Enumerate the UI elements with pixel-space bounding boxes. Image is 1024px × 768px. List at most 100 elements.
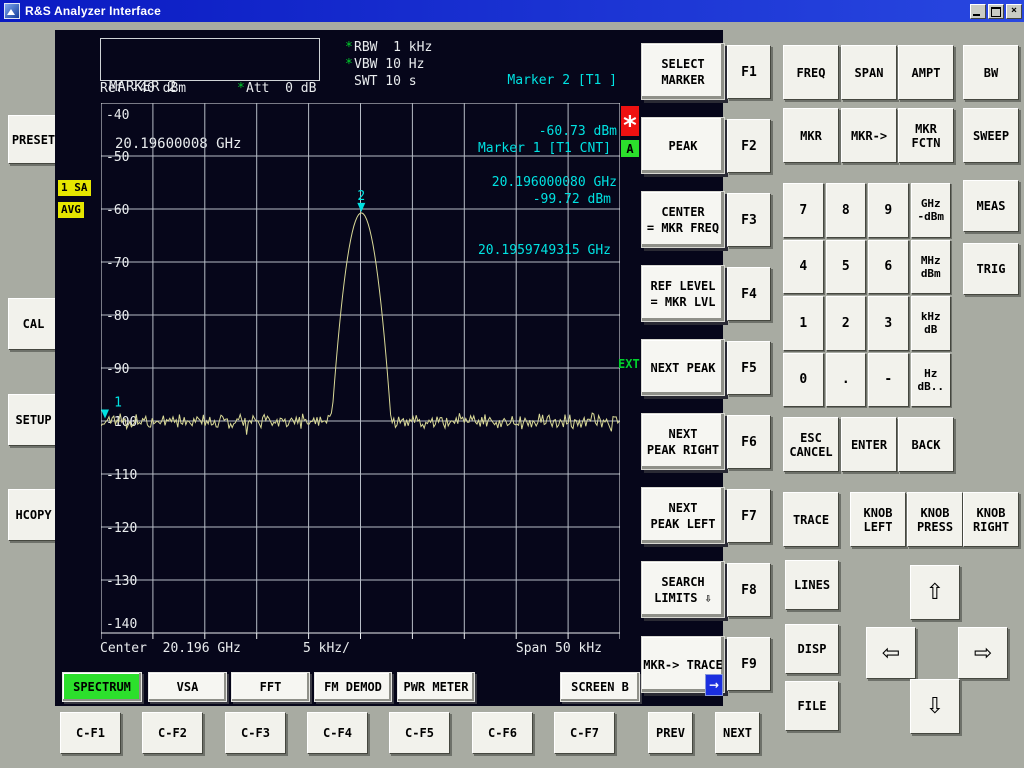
app-icon [4, 3, 20, 19]
next-button[interactable]: NEXT [715, 712, 760, 754]
numpad-mhz-dbm[interactable]: MHz dBm [911, 240, 952, 295]
tab-spectrum[interactable]: SPECTRUM [62, 672, 142, 702]
enter-button[interactable]: ENTER [841, 417, 897, 472]
rbw-value: RBW 1 kHz [354, 40, 432, 55]
file-button[interactable]: FILE [785, 681, 839, 731]
softkey-ref-level-mkr-lvl[interactable]: REF LEVEL = MKR LVL [641, 265, 725, 322]
numpad-1[interactable]: 1 [783, 296, 824, 351]
cfkey-5[interactable]: C-F5 [389, 712, 450, 754]
softkey-search-limits[interactable]: SEARCH LIMITS ⇩ [641, 561, 725, 618]
marker-readout-box: MARKER 2 20.19600008 GHz [100, 38, 320, 81]
maximize-button[interactable] [988, 4, 1004, 19]
svg-text:-120: -120 [106, 521, 137, 536]
knob-left-button[interactable]: KNOB LEFT [850, 492, 906, 547]
svg-text:-70: -70 [106, 256, 129, 271]
fkey-f9[interactable]: F9 [727, 637, 771, 691]
fkey-f3[interactable]: F3 [727, 193, 771, 247]
numpad-3[interactable]: 3 [868, 296, 909, 351]
tab-pwr-meter[interactable]: PWR METER [397, 672, 475, 702]
fkey-f4[interactable]: F4 [727, 267, 771, 321]
fkey-f1[interactable]: F1 [727, 45, 771, 99]
cfkey-2[interactable]: C-F2 [142, 712, 203, 754]
meas-button[interactable]: MEAS [963, 180, 1019, 232]
span-button[interactable]: SPAN [841, 45, 897, 100]
numpad-7[interactable]: 7 [783, 183, 824, 238]
softkey-next-peak[interactable]: NEXT PEAK [641, 339, 725, 396]
marker1-level: -99.72 dBm [355, 191, 611, 208]
title-bar[interactable]: R&S Analyzer Interface × [0, 0, 1024, 22]
numpad-2[interactable]: 2 [826, 296, 867, 351]
cfkey-1[interactable]: C-F1 [60, 712, 121, 754]
trace-mode-badge: 1 SA AVG [58, 176, 91, 220]
arrow-left-button[interactable]: ⇦ [866, 627, 916, 679]
tab-fm-demod[interactable]: FM DEMOD [314, 672, 392, 702]
softkey-select-marker[interactable]: SELECT MARKER [641, 43, 725, 100]
softkey-center-mkr-freq[interactable]: CENTER = MKR FREQ [641, 191, 725, 248]
span-label: Span 50 kHz [415, 641, 602, 657]
ref-level-label: Ref -40 dBm [100, 81, 186, 97]
knob-right-button[interactable]: KNOB RIGHT [963, 492, 1019, 547]
fkey-f7[interactable]: F7 [727, 489, 771, 543]
mkr-fctn-button[interactable]: MKR FCTN [898, 108, 954, 163]
softkey-next-peak-right[interactable]: NEXT PEAK RIGHT [641, 413, 725, 470]
numpad-0[interactable]: 0 [783, 353, 824, 408]
tab-vsa[interactable]: VSA [148, 672, 227, 702]
numpad-khz-db[interactable]: kHz dB [911, 296, 952, 351]
back-button[interactable]: BACK [898, 417, 954, 472]
tab-fft[interactable]: FFT [231, 672, 310, 702]
numpad-minus[interactable]: - [868, 353, 909, 408]
esc-cancel-button[interactable]: ESC CANCEL [783, 417, 839, 472]
cal-button[interactable]: CAL [8, 298, 59, 350]
svg-text:-110: -110 [106, 468, 137, 483]
numpad-9[interactable]: 9 [868, 183, 909, 238]
display-area: MARKER 2 20.19600008 GHz Ref -40 dBm *At… [55, 30, 723, 706]
trig-button[interactable]: TRIG [963, 243, 1019, 295]
sweep-button[interactable]: SWEEP [963, 108, 1019, 163]
svg-text:-140: -140 [106, 617, 137, 632]
cfkey-3[interactable]: C-F3 [225, 712, 286, 754]
knob-press-button[interactable]: KNOB PRESS [907, 492, 963, 547]
preset-button[interactable]: PRESET [8, 115, 59, 164]
cfkey-6[interactable]: C-F6 [472, 712, 533, 754]
hcopy-button[interactable]: HCOPY [8, 489, 59, 541]
bw-button[interactable]: BW [963, 45, 1019, 100]
minimize-button[interactable] [970, 4, 986, 19]
more-menu-arrow-badge[interactable]: → [705, 674, 723, 696]
close-button[interactable]: × [1006, 4, 1022, 19]
numpad-decimal[interactable]: . [826, 353, 867, 408]
arrow-up-button[interactable]: ⇧ [910, 565, 960, 620]
numpad-ghz-dbm[interactable]: GHz -dBm [911, 183, 952, 238]
numpad-hz-db[interactable]: Hz dB.. [911, 353, 952, 408]
fkey-f6[interactable]: F6 [727, 415, 771, 469]
ampt-button[interactable]: AMPT [898, 45, 954, 100]
numpad-5[interactable]: 5 [826, 240, 867, 295]
trace-button[interactable]: TRACE [783, 492, 839, 547]
arrow-right-button[interactable]: ⇨ [958, 627, 1008, 679]
cfkey-4[interactable]: C-F4 [307, 712, 368, 754]
mkr-button[interactable]: MKR [783, 108, 839, 163]
numpad-8[interactable]: 8 [826, 183, 867, 238]
fkey-f8[interactable]: F8 [727, 563, 771, 617]
tab-screen-b[interactable]: SCREEN B [560, 672, 640, 702]
arrow-down-button[interactable]: ⇩ [910, 679, 960, 734]
lines-button[interactable]: LINES [785, 560, 839, 610]
numpad-4[interactable]: 4 [783, 240, 824, 295]
cfkey-7[interactable]: C-F7 [554, 712, 615, 754]
softkey-next-peak-left[interactable]: NEXT PEAK LEFT [641, 487, 725, 544]
center-freq-label: Center 20.196 GHz [100, 641, 241, 657]
freq-button[interactable]: FREQ [783, 45, 839, 100]
fkey-f2[interactable]: F2 [727, 119, 771, 173]
trace-number-badge: 1 SA [58, 180, 91, 196]
setup-button[interactable]: SETUP [8, 394, 59, 446]
svg-text:-90: -90 [106, 362, 129, 377]
att-coupled-star: * [237, 81, 246, 97]
svg-text:-80: -80 [106, 309, 129, 324]
svg-text:-130: -130 [106, 574, 137, 589]
mkr-to-button[interactable]: MKR-> [841, 108, 897, 163]
fkey-f5[interactable]: F5 [727, 341, 771, 395]
numpad-6[interactable]: 6 [868, 240, 909, 295]
softkey-peak[interactable]: PEAK [641, 117, 725, 174]
numeric-keypad: 7 8 9 GHz -dBm 4 5 6 MHz dBm 1 2 3 kHz d… [783, 183, 951, 407]
prev-button[interactable]: PREV [648, 712, 693, 754]
disp-button[interactable]: DISP [785, 624, 839, 674]
